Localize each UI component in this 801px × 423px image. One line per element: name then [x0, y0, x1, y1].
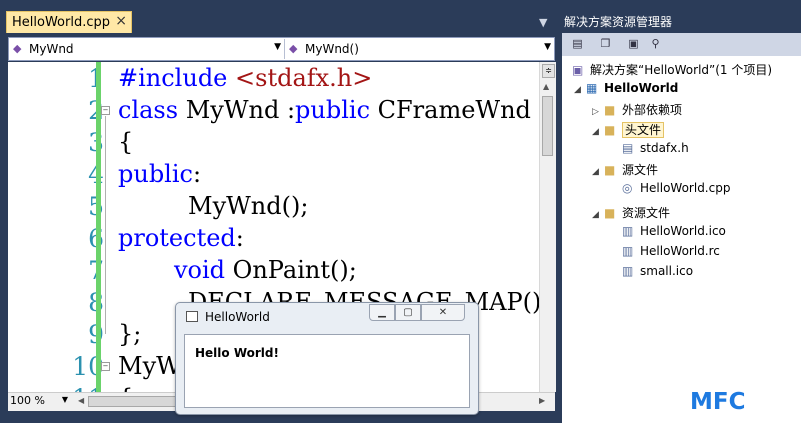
resource-file-icon: ▥	[622, 244, 634, 258]
resource-file-icon: ▥	[622, 264, 634, 278]
method-icon: ◆	[289, 42, 298, 55]
properties-icon[interactable]: ▤	[570, 37, 585, 51]
helloworld-window[interactable]: HelloWorld ▁ ▢ ✕ Hello World!	[175, 302, 479, 415]
class-dropdown-value: MyWnd	[29, 42, 74, 56]
scroll-up-icon[interactable]: ▲	[543, 82, 549, 91]
refresh-icon[interactable]: ▣	[626, 37, 641, 51]
scroll-right-icon[interactable]: ▶	[539, 396, 545, 405]
zoom-dropdown[interactable]: 100 % ▼	[10, 394, 70, 409]
line-number: 2	[8, 96, 104, 125]
code-line: void OnPaint();	[174, 256, 357, 284]
tree-item-helloworld-cpp[interactable]: ◎ HelloWorld.cpp	[622, 181, 730, 195]
code-line: MyWnd();	[188, 192, 309, 220]
collapse-icon[interactable]: −	[101, 362, 110, 371]
zoom-value: 100 %	[10, 394, 45, 407]
line-number: 11	[8, 384, 104, 392]
outline-line	[105, 116, 106, 334]
tree-item-small-ico[interactable]: ▥ small.ico	[622, 264, 693, 278]
tree-item-project[interactable]: ◢ ▦ HelloWorld	[574, 81, 678, 95]
folder-open-icon: ■	[604, 206, 616, 220]
code-line: {	[118, 384, 133, 392]
collapse-icon[interactable]: −	[101, 106, 110, 115]
tree-item-helloworld-ico[interactable]: ▥ HelloWorld.ico	[622, 224, 726, 238]
solution-icon: ▣	[572, 63, 584, 77]
solution-tree: ▣ 解决方案“HelloWorld”(1 个项目) ◢ ▦ HelloWorld ▷ ■…	[562, 56, 801, 423]
solution-explorer-toolbar: ▤ ❐ ▣ ⚲	[562, 33, 801, 56]
tree-item-source-files[interactable]: ◢ ■ 源文件	[592, 161, 658, 178]
tree-item-stdafx-h[interactable]: ▤ stdafx.h	[622, 141, 689, 155]
chevron-down-icon: ▼	[61, 395, 68, 404]
horizontal-scroll-thumb[interactable]	[88, 396, 188, 407]
tab-helloworld-cpp[interactable]: HelloWorld.cpp ×	[6, 11, 132, 33]
chevron-down-icon: ▼	[544, 42, 551, 52]
folder-icon: ■	[604, 103, 616, 117]
vertical-scrollbar[interactable]: ≑ ▲	[539, 62, 556, 392]
code-line: #include <stdafx.h>	[118, 64, 373, 92]
line-number: 6	[8, 224, 104, 253]
close-button[interactable]: ✕	[421, 304, 465, 321]
header-file-icon: ▤	[622, 141, 634, 155]
tree-item-solution[interactable]: ▣ 解决方案“HelloWorld”(1 个项目)	[572, 61, 772, 78]
collapsed-arrow-icon[interactable]: ▷	[592, 107, 604, 117]
window-caption-buttons: ▁ ▢ ✕	[369, 304, 465, 322]
code-line: public:	[118, 160, 202, 188]
document-tab-strip: HelloWorld.cpp × ▼	[0, 0, 561, 35]
line-number: 3	[8, 128, 104, 157]
mfc-badge: MFC	[690, 389, 746, 415]
tree-item-helloworld-rc[interactable]: ▥ HelloWorld.rc	[622, 244, 720, 258]
expanded-arrow-icon[interactable]: ◢	[592, 210, 604, 220]
member-dropdown[interactable]: ◆ MyWnd() ▼	[285, 39, 554, 59]
class-icon: ◆	[13, 42, 22, 55]
window-app-icon	[186, 311, 198, 322]
line-number: 5	[8, 192, 104, 221]
line-number: 9	[8, 320, 104, 349]
view-class-diagram-icon[interactable]: ⚲	[648, 37, 663, 51]
tab-label: HelloWorld.cpp	[12, 15, 110, 30]
solution-explorer: 解决方案资源管理器 ▤ ❐ ▣ ⚲ ▣ 解决方案“HelloWorld”(1 个项…	[561, 0, 801, 423]
tree-item-external-deps[interactable]: ▷ ■ 外部依赖项	[592, 101, 682, 118]
code-line: };	[118, 320, 142, 348]
expanded-arrow-icon[interactable]: ◢	[574, 85, 586, 95]
show-all-files-icon[interactable]: ❐	[598, 37, 613, 51]
line-number: 1	[8, 64, 104, 93]
folder-open-icon: ■	[604, 163, 616, 177]
line-number: 4	[8, 160, 104, 189]
project-icon: ▦	[586, 81, 598, 95]
line-number-gutter: 1 2 3 4 5 6 7 8 9 10 11	[8, 62, 104, 392]
outline-margin: − −	[101, 62, 111, 392]
maximize-button[interactable]: ▢	[395, 304, 421, 321]
scroll-thumb[interactable]	[542, 96, 553, 156]
class-dropdown[interactable]: ◆ MyWnd ▼	[9, 39, 285, 59]
navigation-bar: ◆ MyWnd ▼ ◆ MyWnd() ▼	[8, 37, 555, 61]
window-title: HelloWorld	[205, 310, 270, 324]
expanded-arrow-icon[interactable]: ◢	[592, 127, 604, 137]
code-line: class MyWnd :public CFrameWnd	[118, 96, 531, 124]
window-client-area: Hello World!	[184, 334, 470, 408]
resource-file-icon: ▥	[622, 224, 634, 238]
solution-explorer-title: 解决方案资源管理器	[564, 15, 673, 29]
tree-item-resource-files[interactable]: ◢ ■ 资源文件	[592, 204, 670, 221]
tab-close-icon[interactable]: ×	[115, 13, 127, 29]
cpp-file-icon: ◎	[622, 181, 633, 195]
expanded-arrow-icon[interactable]: ◢	[592, 167, 604, 177]
line-number: 10	[72, 352, 104, 381]
scroll-left-icon[interactable]: ◀	[78, 396, 84, 405]
code-line: protected:	[118, 224, 244, 252]
tree-item-header-files[interactable]: ◢ ■ 头文件	[592, 121, 665, 138]
chevron-down-icon: ▼	[274, 42, 281, 52]
member-dropdown-value: MyWnd()	[305, 42, 359, 56]
minimize-button[interactable]: ▁	[369, 304, 395, 321]
line-number: 8	[8, 288, 104, 317]
folder-open-icon: ■	[604, 123, 616, 137]
line-number: 7	[8, 256, 104, 285]
tab-dropdown-icon[interactable]: ▼	[539, 16, 547, 29]
hello-text: Hello World!	[195, 346, 279, 360]
split-handle-icon[interactable]: ≑	[542, 64, 555, 78]
code-line: {	[118, 128, 134, 156]
